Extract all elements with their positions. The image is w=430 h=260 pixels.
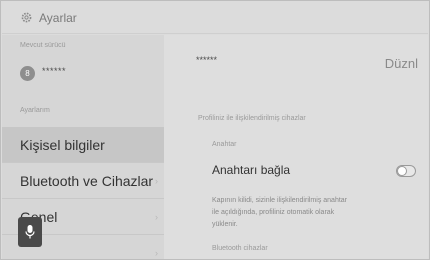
current-driver-row[interactable]: 8 ****** bbox=[2, 55, 164, 93]
toggle-knob bbox=[397, 166, 407, 176]
current-driver-label: Mevcut sürücü bbox=[20, 42, 66, 49]
description-line: yüklenir. bbox=[212, 221, 238, 228]
profile-name-row: ****** Düznl bbox=[164, 45, 428, 85]
sidebar-item-label: Kişisel bilgiler bbox=[20, 137, 105, 153]
description-line: Kapının kilidi, sizinle ilişkilendirilmi… bbox=[212, 197, 347, 204]
gear-icon bbox=[21, 12, 32, 23]
settings-screen: Ayarlar Mevcut sürücü 8 ****** Ayarlarım… bbox=[0, 0, 430, 260]
sidebar-item-personal-info[interactable]: Kişisel bilgiler bbox=[2, 127, 164, 163]
page-title: Ayarlar bbox=[39, 11, 77, 25]
chevron-right-icon: › bbox=[155, 176, 158, 186]
profile-panel: ****** Düznl Profiliniz ile ilişkilendir… bbox=[164, 35, 428, 259]
connect-key-label: Anahtarı bağla bbox=[212, 163, 291, 177]
connect-key-description: Kapının kilidi, sizinle ilişkilendirilmi… bbox=[212, 195, 362, 231]
edit-button[interactable]: Düznl bbox=[385, 56, 418, 71]
avatar: 8 bbox=[20, 66, 35, 81]
header-bar: Ayarlar bbox=[2, 2, 428, 34]
sidebar-item-label: Bluetooth ve Cihazlar bbox=[20, 173, 154, 189]
profile-name: ****** bbox=[196, 55, 218, 65]
sidebar-item-bluetooth[interactable]: Bluetooth ve Cihazlar › bbox=[2, 163, 164, 199]
driver-name: ****** bbox=[42, 66, 67, 76]
microphone-icon bbox=[25, 225, 35, 239]
connect-key-toggle[interactable] bbox=[396, 165, 416, 177]
bluetooth-devices-label: Bluetooth cihazlar bbox=[212, 245, 268, 252]
voice-button[interactable] bbox=[18, 217, 42, 247]
key-section-label: Anahtar bbox=[212, 141, 237, 148]
chevron-right-icon: › bbox=[155, 248, 158, 258]
connect-key-row[interactable]: Anahtarı bağla bbox=[164, 155, 428, 187]
settings-section-label: Ayarlarım bbox=[20, 107, 50, 114]
profile-devices-label: Profiliniz ile ilişkilendirilmiş cihazla… bbox=[198, 115, 306, 122]
chevron-right-icon: › bbox=[155, 212, 158, 222]
description-line: ile açıldığında, profiliniz otomatik ola… bbox=[212, 209, 335, 216]
